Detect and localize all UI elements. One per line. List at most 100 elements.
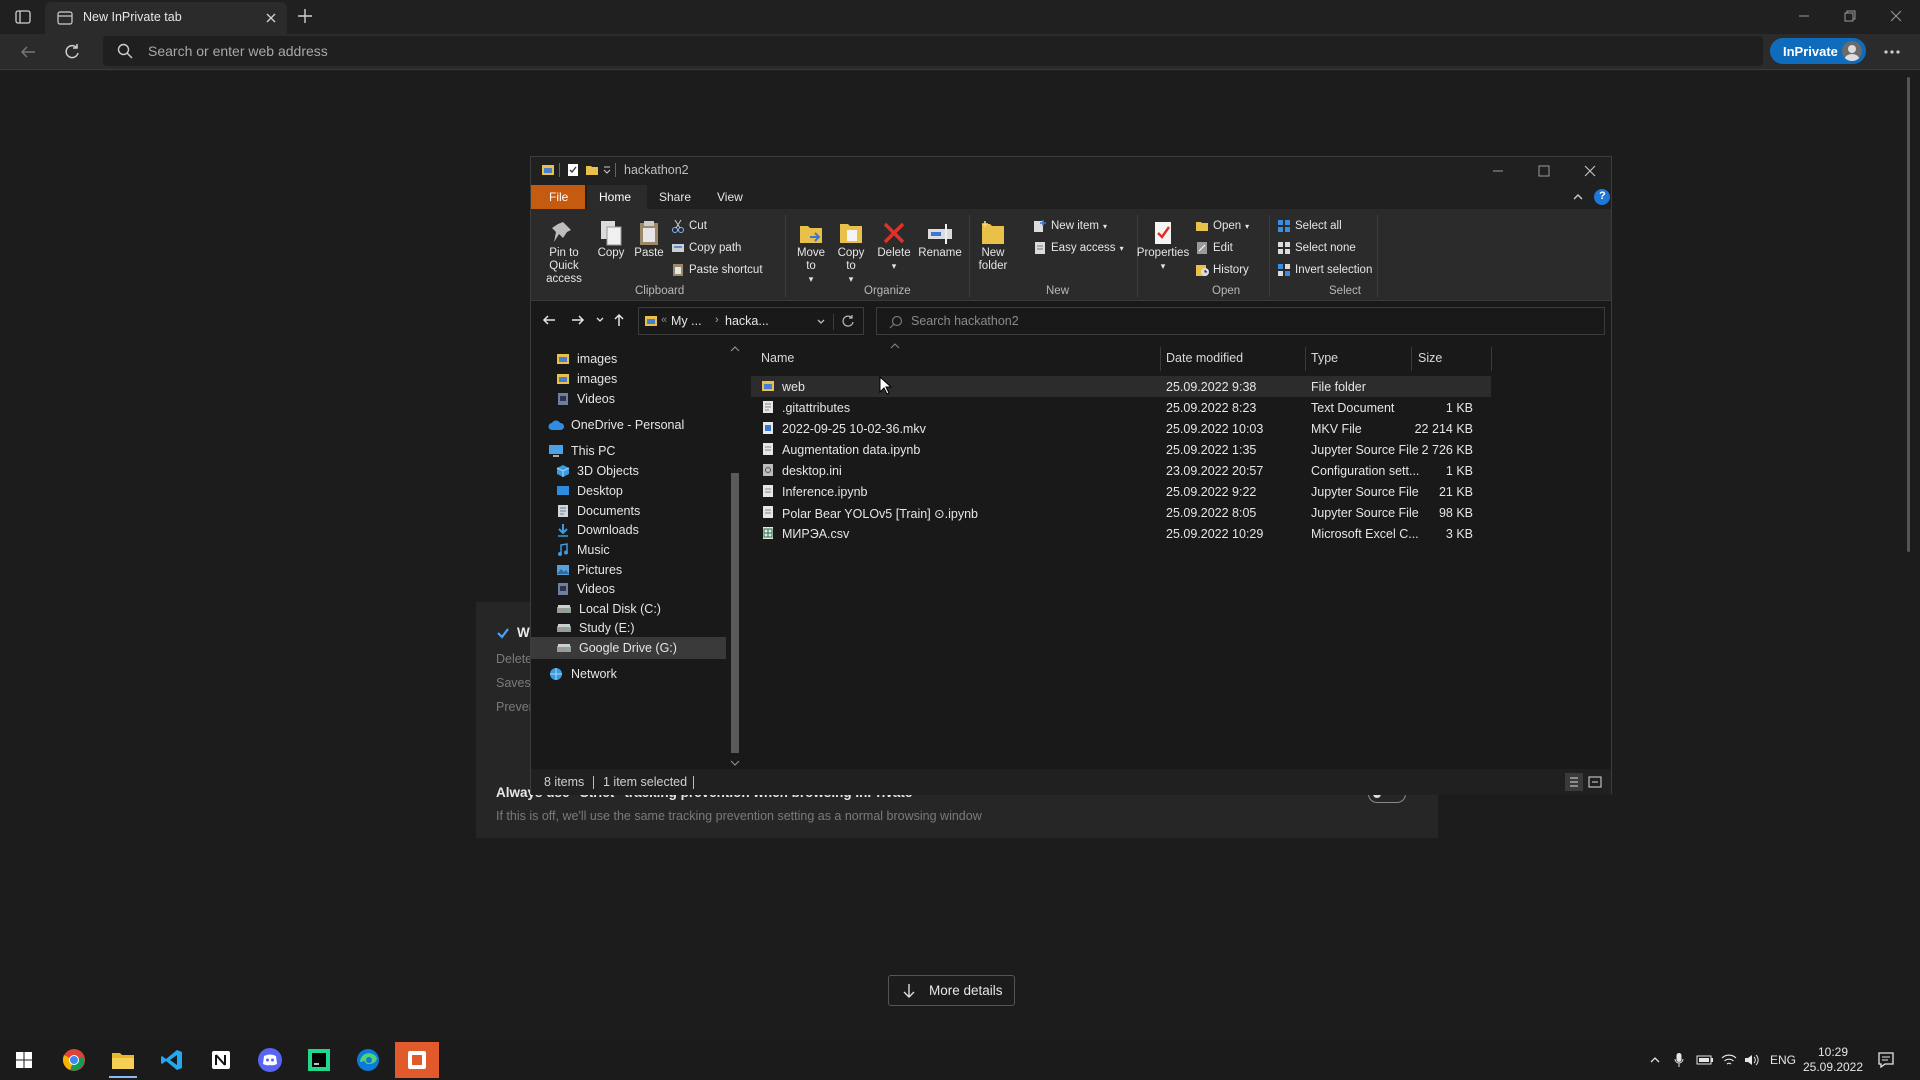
nav-item-images-1[interactable]: images — [556, 348, 617, 370]
tab-view[interactable]: View — [717, 190, 743, 204]
properties-button[interactable]: Properties ▾ — [1133, 219, 1193, 273]
nav-item-downloads[interactable]: Downloads — [556, 519, 639, 541]
paste-shortcut-button[interactable]: Paste shortcut — [671, 263, 763, 277]
edit-button[interactable]: Edit — [1195, 241, 1233, 255]
nav-item-network[interactable]: Network — [548, 663, 617, 685]
nav-item-onedrive[interactable]: OneDrive - Personal — [548, 414, 684, 436]
nav-item-videos-2[interactable]: Videos — [556, 578, 615, 600]
more-menu-icon[interactable] — [1882, 43, 1902, 61]
properties-qa-icon[interactable] — [566, 163, 580, 177]
tab-actions-icon[interactable] — [14, 8, 32, 26]
vscode-icon[interactable] — [150, 1042, 194, 1078]
open-button[interactable]: Open ▾ — [1195, 219, 1249, 233]
microphone-icon[interactable] — [1673, 1039, 1685, 1080]
nav-scrollbar[interactable] — [728, 343, 742, 768]
inprivate-button[interactable]: InPrivate — [1770, 38, 1866, 64]
close-tab-icon[interactable] — [263, 10, 279, 26]
volume-icon[interactable] — [1744, 1039, 1760, 1080]
pin-quick-access-button[interactable]: Pin to Quick access — [539, 219, 589, 286]
explorer-minimize-icon[interactable] — [1491, 164, 1505, 178]
move-to-button[interactable]: Move to ▾ — [793, 219, 829, 286]
help-icon[interactable]: ? — [1594, 189, 1610, 205]
edge-icon[interactable] — [346, 1042, 390, 1078]
quick-access-dropdown-icon[interactable] — [602, 165, 612, 175]
start-windows-icon[interactable] — [2, 1042, 46, 1078]
rename-button[interactable]: Rename — [917, 219, 963, 260]
easy-access-button[interactable]: Easy access ▾ — [1033, 241, 1124, 255]
nav-item-music[interactable]: Music — [556, 539, 610, 561]
close-browser-icon[interactable] — [1889, 9, 1903, 23]
table-row[interactable]: .gitattributes 25.09.2022 8:23 Text Docume… — [751, 397, 1491, 418]
nav-item-google-drive-g[interactable]: Google Drive (G:) — [531, 637, 726, 659]
language-indicator[interactable]: ENG — [1770, 1039, 1796, 1080]
minimize-icon[interactable] — [1797, 9, 1811, 23]
nav-item-images-2[interactable]: images — [556, 368, 617, 390]
nav-item-study-e[interactable]: Study (E:) — [556, 617, 635, 639]
nav-item-this-pc[interactable]: This PC — [548, 440, 615, 462]
nav-back-icon[interactable] — [541, 312, 557, 328]
new-folder-qa-icon[interactable] — [585, 163, 599, 177]
wifi-icon[interactable] — [1721, 1039, 1737, 1080]
more-details-button[interactable]: More details — [888, 975, 1015, 1006]
chrome-icon[interactable] — [52, 1042, 96, 1078]
history-button[interactable]: History — [1195, 263, 1249, 277]
collapse-ribbon-icon[interactable] — [1571, 190, 1585, 204]
explorer-maximize-icon[interactable] — [1537, 164, 1551, 178]
table-row[interactable]: МИРЭА.csv 25.09.2022 10:29 Microsoft Excel… — [751, 523, 1491, 544]
table-row[interactable]: Inference.ipynb 25.09.2022 9:22 Jupyter So… — [751, 481, 1491, 502]
large-icons-view-icon[interactable] — [1586, 773, 1604, 791]
copy-button[interactable]: Copy — [595, 219, 627, 260]
restore-icon[interactable] — [1843, 9, 1857, 23]
explorer-close-icon[interactable] — [1583, 164, 1597, 178]
table-row[interactable]: web 25.09.2022 9:38 File folder — [751, 376, 1491, 397]
file-icon — [761, 400, 775, 414]
copy-to-button[interactable]: Copy to ▾ — [833, 219, 869, 286]
new-folder-button[interactable]: New folder — [973, 219, 1013, 273]
app-active-icon[interactable] — [395, 1042, 439, 1078]
clock[interactable]: 10:29 25.09.2022 — [1803, 1039, 1863, 1080]
mouse-cursor — [879, 376, 893, 396]
browser-tab-inprivate[interactable]: New InPrivate tab — [45, 2, 287, 34]
table-row[interactable]: Polar Bear YOLOv5 [Train] ⊙.ipynb 25.09.2… — [751, 502, 1491, 523]
pycharm-icon[interactable] — [297, 1042, 341, 1078]
table-row[interactable]: 2022-09-25 10-02-36.mkv 25.09.2022 10:03 M… — [751, 418, 1491, 439]
tab-home[interactable]: Home — [587, 185, 647, 209]
battery-icon[interactable] — [1696, 1039, 1714, 1080]
tray-overflow-icon[interactable] — [1648, 1039, 1662, 1080]
tab-file[interactable]: File — [531, 185, 585, 209]
refresh-icon[interactable] — [62, 42, 82, 62]
copy-path-button[interactable]: Copy path — [671, 241, 741, 255]
nav-item-3d-objects[interactable]: 3D Objects — [556, 460, 639, 482]
back-arrow-icon[interactable] — [18, 42, 38, 62]
copy-path-icon — [672, 244, 684, 252]
search-input[interactable]: Search hackathon2 — [876, 307, 1605, 335]
cut-button[interactable]: Cut — [671, 219, 707, 233]
new-tab-icon[interactable] — [296, 7, 314, 25]
address-dropdown-icon[interactable] — [815, 316, 827, 328]
breadcrumb[interactable]: « My ... › hacka... — [638, 307, 864, 335]
breadcrumb-part-1[interactable]: My ... — [671, 314, 702, 328]
recent-locations-icon[interactable] — [594, 314, 606, 326]
nav-forward-icon[interactable] — [570, 312, 586, 328]
delete-button[interactable]: Delete ▾ — [875, 219, 913, 273]
nav-up-icon[interactable] — [611, 312, 627, 328]
address-input[interactable]: Search or enter web address — [103, 36, 1763, 66]
select-all-button[interactable]: Select all — [1277, 219, 1342, 233]
table-row[interactable]: desktop.ini 23.09.2022 20:57 Configuration… — [751, 460, 1491, 481]
details-view-icon[interactable] — [1565, 773, 1583, 791]
tab-share[interactable]: Share — [659, 190, 691, 204]
refresh-icon[interactable] — [841, 314, 855, 328]
notifications-icon[interactable] — [1877, 1039, 1895, 1080]
table-row[interactable]: Augmentation data.ipynb 25.09.2022 1:35 Ju… — [751, 439, 1491, 460]
file-explorer-taskbar-icon[interactable] — [101, 1042, 145, 1078]
breadcrumb-part-2[interactable]: hacka... — [725, 314, 769, 328]
select-none-button[interactable]: Select none — [1277, 241, 1356, 255]
invert-selection-button[interactable]: Invert selection — [1277, 263, 1372, 277]
new-item-button[interactable]: New item ▾ — [1033, 219, 1107, 233]
page-scrollbar[interactable] — [1907, 77, 1910, 552]
nav-item-videos-1[interactable]: Videos — [556, 388, 615, 410]
notion-icon[interactable] — [199, 1042, 243, 1078]
nav-item-desktop[interactable]: Desktop — [556, 480, 623, 502]
paste-button[interactable]: Paste — [633, 219, 665, 260]
discord-icon[interactable] — [248, 1042, 292, 1078]
